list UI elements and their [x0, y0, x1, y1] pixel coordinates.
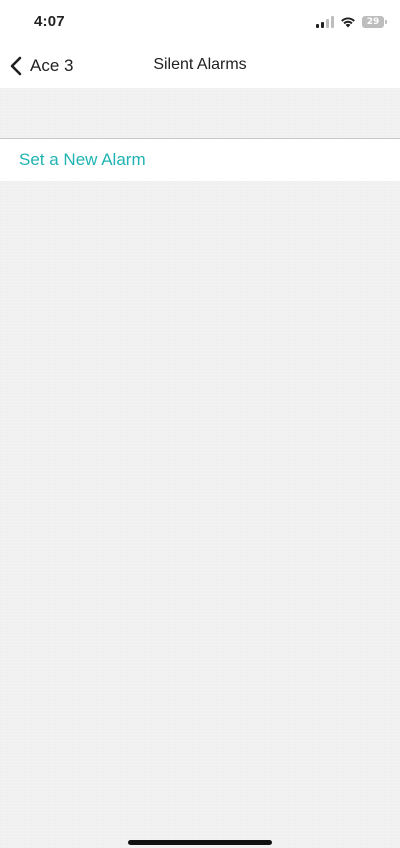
set-new-alarm-row[interactable]: Set a New Alarm [0, 139, 400, 181]
set-new-alarm-label: Set a New Alarm [19, 150, 146, 169]
signal-icon [316, 16, 334, 28]
battery-level: 29 [366, 17, 380, 27]
home-indicator[interactable] [128, 840, 272, 845]
wifi-icon [341, 17, 355, 28]
battery-icon: 29 [362, 16, 387, 28]
status-icons: 29 [316, 14, 387, 30]
navigation-bar: Ace 3 Silent Alarms [0, 44, 400, 88]
status-time: 4:07 [34, 13, 65, 30]
page-title: Silent Alarms [153, 56, 247, 73]
status-bar: 4:07 29 [0, 0, 400, 44]
